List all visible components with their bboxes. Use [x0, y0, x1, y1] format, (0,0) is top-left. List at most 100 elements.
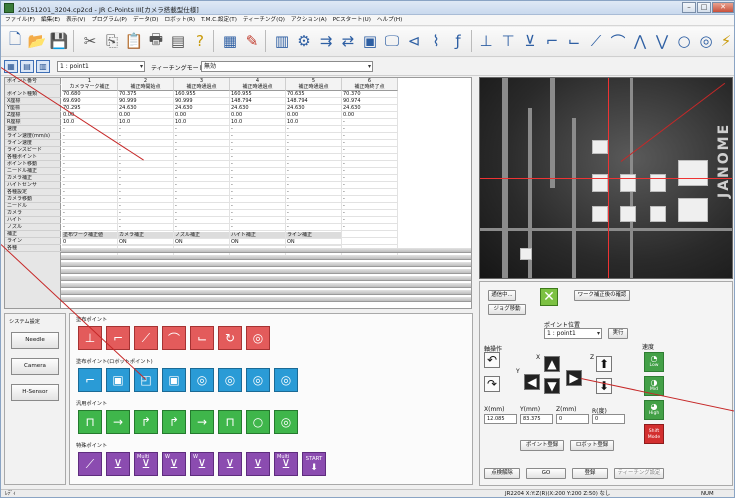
- column-header[interactable]: 6 補正時終了点: [342, 78, 398, 91]
- grid-cell[interactable]: -: [286, 217, 342, 224]
- grid-cell[interactable]: -: [286, 168, 342, 175]
- general-point-button[interactable]: ⊓: [218, 410, 242, 434]
- grid-cell[interactable]: -: [118, 210, 174, 217]
- grid-cell[interactable]: 24.630: [230, 105, 286, 112]
- row-header[interactable]: カメラ補正: [5, 175, 61, 182]
- grid-cell[interactable]: 70.370: [342, 91, 398, 98]
- grid-cell[interactable]: -: [342, 140, 398, 147]
- row-header[interactable]: ラインスピード: [5, 147, 61, 154]
- curve-icon[interactable]: ƒ: [447, 30, 469, 52]
- z-coordinate-field[interactable]: 0: [556, 414, 589, 424]
- special-icon[interactable]: ⚡: [715, 30, 734, 52]
- grid-cell[interactable]: -: [174, 182, 230, 189]
- row-header[interactable]: 各種: [5, 245, 61, 252]
- point-select[interactable]: 1 : point1: [57, 61, 145, 72]
- peak-icon[interactable]: ⋀: [629, 30, 651, 52]
- grid-cell[interactable]: 160.955: [174, 91, 230, 98]
- line-end-icon[interactable]: ⟋: [585, 30, 607, 52]
- valley-icon[interactable]: ⋁: [651, 30, 673, 52]
- row-header[interactable]: ポイント移動: [5, 161, 61, 168]
- grid-cell[interactable]: -: [62, 161, 118, 168]
- menu-item[interactable]: ファイル(F): [5, 15, 35, 25]
- grid-cell[interactable]: -: [342, 161, 398, 168]
- grid-cell[interactable]: -: [174, 147, 230, 154]
- target-icon[interactable]: ◎: [695, 30, 717, 52]
- row-header[interactable]: 速度: [5, 126, 61, 133]
- pen-icon[interactable]: ✎: [241, 30, 263, 52]
- grid-cell[interactable]: [342, 231, 398, 238]
- grid-cell[interactable]: 160.955: [230, 91, 286, 98]
- jog-mode-button[interactable]: ジョグ移動: [488, 304, 526, 315]
- grid-cell[interactable]: -: [62, 147, 118, 154]
- grid-cell[interactable]: -: [118, 154, 174, 161]
- robot-point-button[interactable]: ⌐: [78, 368, 102, 392]
- robot-point-button[interactable]: ◎: [246, 368, 270, 392]
- grid-cell[interactable]: -: [286, 210, 342, 217]
- grid-cell[interactable]: -: [286, 133, 342, 140]
- grid-cell[interactable]: -: [230, 147, 286, 154]
- speed-high-button[interactable]: ◕ High: [644, 400, 664, 420]
- grid-cell[interactable]: 24.630: [286, 105, 342, 112]
- cancel-check-button[interactable]: 点検解除: [484, 468, 520, 479]
- menu-item[interactable]: T.M.C.設定(T): [201, 15, 237, 25]
- camera-view[interactable]: JANOME: [479, 77, 733, 279]
- move-icon[interactable]: ⇉: [315, 30, 337, 52]
- menu-item[interactable]: アクション(A): [291, 15, 327, 25]
- row-header[interactable]: ポイント番号: [5, 78, 61, 85]
- lower-value-cell[interactable]: ON: [118, 239, 174, 246]
- lower-header-cell[interactable]: 塗布ワーク補正値: [62, 232, 118, 239]
- edit-icon[interactable]: ▦: [219, 30, 241, 52]
- arrow-up-icon[interactable]: ▲: [544, 356, 560, 372]
- grid-cell[interactable]: -: [342, 175, 398, 182]
- grid-cell[interactable]: 10.0: [174, 119, 230, 126]
- r-coordinate-field[interactable]: 0: [592, 414, 625, 424]
- grid-cell[interactable]: -: [342, 189, 398, 196]
- grid-cell[interactable]: 0.00: [342, 112, 398, 119]
- grid-cell[interactable]: -: [174, 203, 230, 210]
- grid-cell[interactable]: -: [62, 168, 118, 175]
- grid-cell[interactable]: 90.999: [118, 98, 174, 105]
- general-point-button[interactable]: ↱: [162, 410, 186, 434]
- camera-button[interactable]: Camera: [11, 358, 59, 375]
- grid-cell[interactable]: -: [342, 203, 398, 210]
- list-view-icon[interactable]: ▤: [20, 60, 34, 73]
- robot-point-button[interactable]: ▣: [162, 368, 186, 392]
- grid-cell[interactable]: -: [286, 182, 342, 189]
- grid-cell[interactable]: 0.00: [118, 112, 174, 119]
- grid-cell[interactable]: -: [118, 217, 174, 224]
- row-header[interactable]: ニードル: [5, 203, 61, 210]
- special-point-button[interactable]: ⊻ W: [190, 452, 214, 476]
- grid-cell[interactable]: 69.690: [62, 98, 118, 105]
- grid-cell[interactable]: -: [286, 203, 342, 210]
- grid-cell[interactable]: -: [62, 175, 118, 182]
- lower-header-cell[interactable]: ハイト補正: [230, 232, 286, 239]
- rotate-ccw-icon[interactable]: ↶: [484, 352, 500, 368]
- grid-cell[interactable]: -: [230, 175, 286, 182]
- shift-mode-button[interactable]: Shift Mode: [644, 424, 664, 444]
- x-coordinate-field[interactable]: 12.085: [484, 414, 517, 424]
- row-header[interactable]: カメラ移動: [5, 196, 61, 203]
- grid-cell[interactable]: -: [286, 175, 342, 182]
- grid-cell[interactable]: -: [174, 224, 230, 231]
- grid-cell[interactable]: -: [174, 210, 230, 217]
- paste-icon[interactable]: 📋: [123, 30, 145, 52]
- row-header[interactable]: ノズル: [5, 224, 61, 231]
- special-point-button[interactable]: ⊻ Multi: [134, 452, 158, 476]
- print-icon[interactable]: 🖶: [145, 30, 167, 52]
- point-up-icon[interactable]: ⊤: [497, 30, 519, 52]
- grid-cell[interactable]: -: [62, 210, 118, 217]
- grid-cell[interactable]: -: [118, 161, 174, 168]
- grid-cell[interactable]: -: [230, 140, 286, 147]
- z-down-icon[interactable]: ⬇: [596, 378, 612, 394]
- arrow-left-icon[interactable]: ⊲: [403, 30, 425, 52]
- grid-cell[interactable]: 148.794: [230, 98, 286, 105]
- y-coordinate-field[interactable]: 83.375: [520, 414, 553, 424]
- row-header[interactable]: 各種設定: [5, 189, 61, 196]
- grid-cell[interactable]: 24.630: [118, 105, 174, 112]
- grid-cell[interactable]: -: [118, 126, 174, 133]
- grid-cell[interactable]: -: [174, 175, 230, 182]
- grid-cell[interactable]: -: [230, 196, 286, 203]
- grid-cell[interactable]: 10.0: [286, 119, 342, 126]
- teaching-setting-button[interactable]: ティーチング設定: [614, 468, 664, 479]
- arrow-right-icon[interactable]: ▶: [566, 370, 582, 386]
